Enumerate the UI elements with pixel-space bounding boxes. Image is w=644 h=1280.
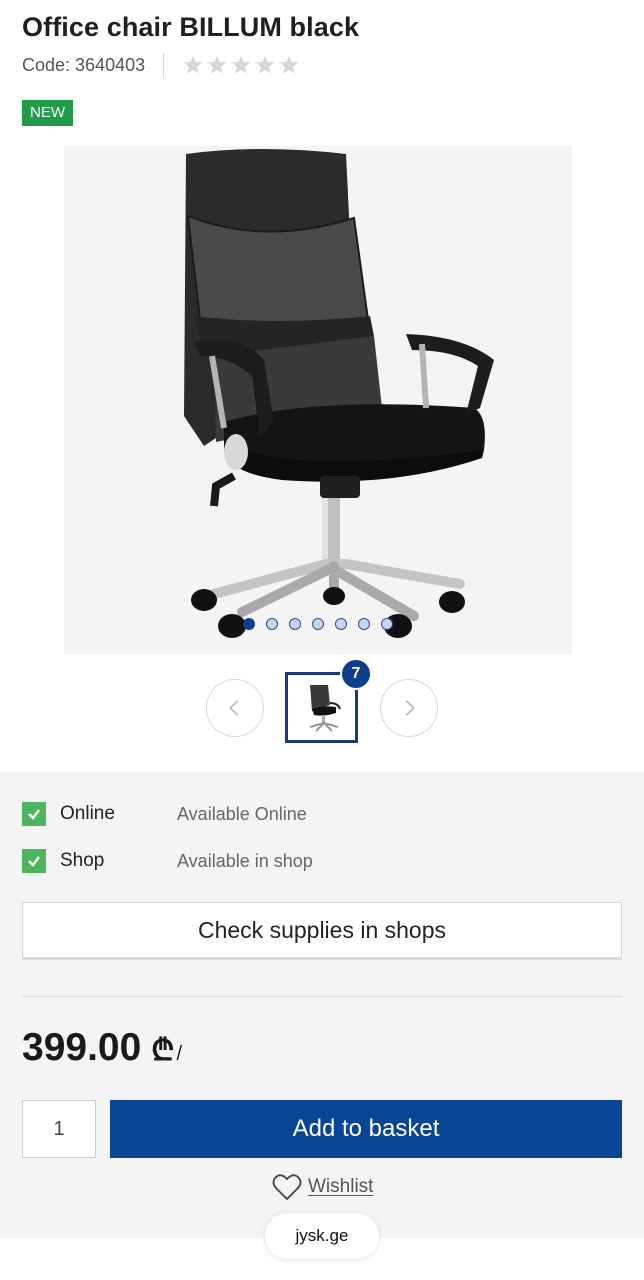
price-currency: ₾ <box>151 1034 175 1067</box>
office-chair-thumbnail <box>309 684 341 732</box>
chevron-left-icon <box>229 700 239 716</box>
gallery-dot[interactable] <box>266 618 278 630</box>
star-icon[interactable] <box>278 54 300 76</box>
gallery-dot[interactable] <box>289 618 301 630</box>
add-to-basket-button[interactable]: Add to basket <box>110 1100 622 1158</box>
office-chair-image <box>184 149 494 638</box>
availability-row-online: Online Available Online <box>22 802 622 826</box>
price-amount: 399.00 <box>22 1026 142 1069</box>
product-meta: Code: 3640403 <box>22 53 300 77</box>
availability-row-shop: Shop Available in shop <box>22 849 622 873</box>
browser-url-pill[interactable]: jysk.ge <box>265 1213 379 1259</box>
star-icon[interactable] <box>206 54 228 76</box>
thumbnail-strip <box>0 672 644 744</box>
availability-value: Available Online <box>177 803 307 824</box>
image-count-badge: 7 <box>340 658 372 690</box>
availability-panel: Online Available Online Shop Available i… <box>0 772 644 1238</box>
product-title: Office chair BILLUM black <box>22 12 360 42</box>
heart-icon <box>272 1174 302 1201</box>
section-divider <box>22 996 622 997</box>
gallery-dot[interactable] <box>243 618 255 630</box>
prev-image-button[interactable] <box>206 679 264 737</box>
rating-stars[interactable] <box>182 54 300 76</box>
price-separator: / <box>176 1043 182 1065</box>
product-image-gallery[interactable] <box>64 146 572 654</box>
star-icon[interactable] <box>182 54 204 76</box>
star-icon[interactable] <box>254 54 276 76</box>
availability-label: Shop <box>60 850 105 871</box>
wishlist-label: Wishlist <box>308 1176 374 1197</box>
gallery-dot[interactable] <box>312 618 324 630</box>
wishlist-link[interactable]: Wishlist <box>272 1172 373 1202</box>
availability-label: Online <box>60 803 115 824</box>
meta-divider <box>163 53 165 77</box>
gallery-dot[interactable] <box>358 618 370 630</box>
gallery-dot[interactable] <box>381 618 393 630</box>
checkmark-icon <box>22 849 46 873</box>
quantity-input[interactable]: 1 <box>22 1100 96 1158</box>
gallery-dot[interactable] <box>335 618 347 630</box>
checkmark-icon <box>22 802 46 826</box>
availability-value: Available in shop <box>177 850 313 871</box>
product-price: 399.00 ₾ / <box>22 1026 182 1070</box>
chevron-right-icon <box>405 700 415 716</box>
product-code: Code: 3640403 <box>22 54 146 75</box>
new-badge: NEW <box>22 100 73 126</box>
gallery-dots[interactable] <box>64 618 572 630</box>
check-supplies-button[interactable]: Check supplies in shops <box>22 902 622 960</box>
next-image-button[interactable] <box>380 679 438 737</box>
star-icon[interactable] <box>230 54 252 76</box>
